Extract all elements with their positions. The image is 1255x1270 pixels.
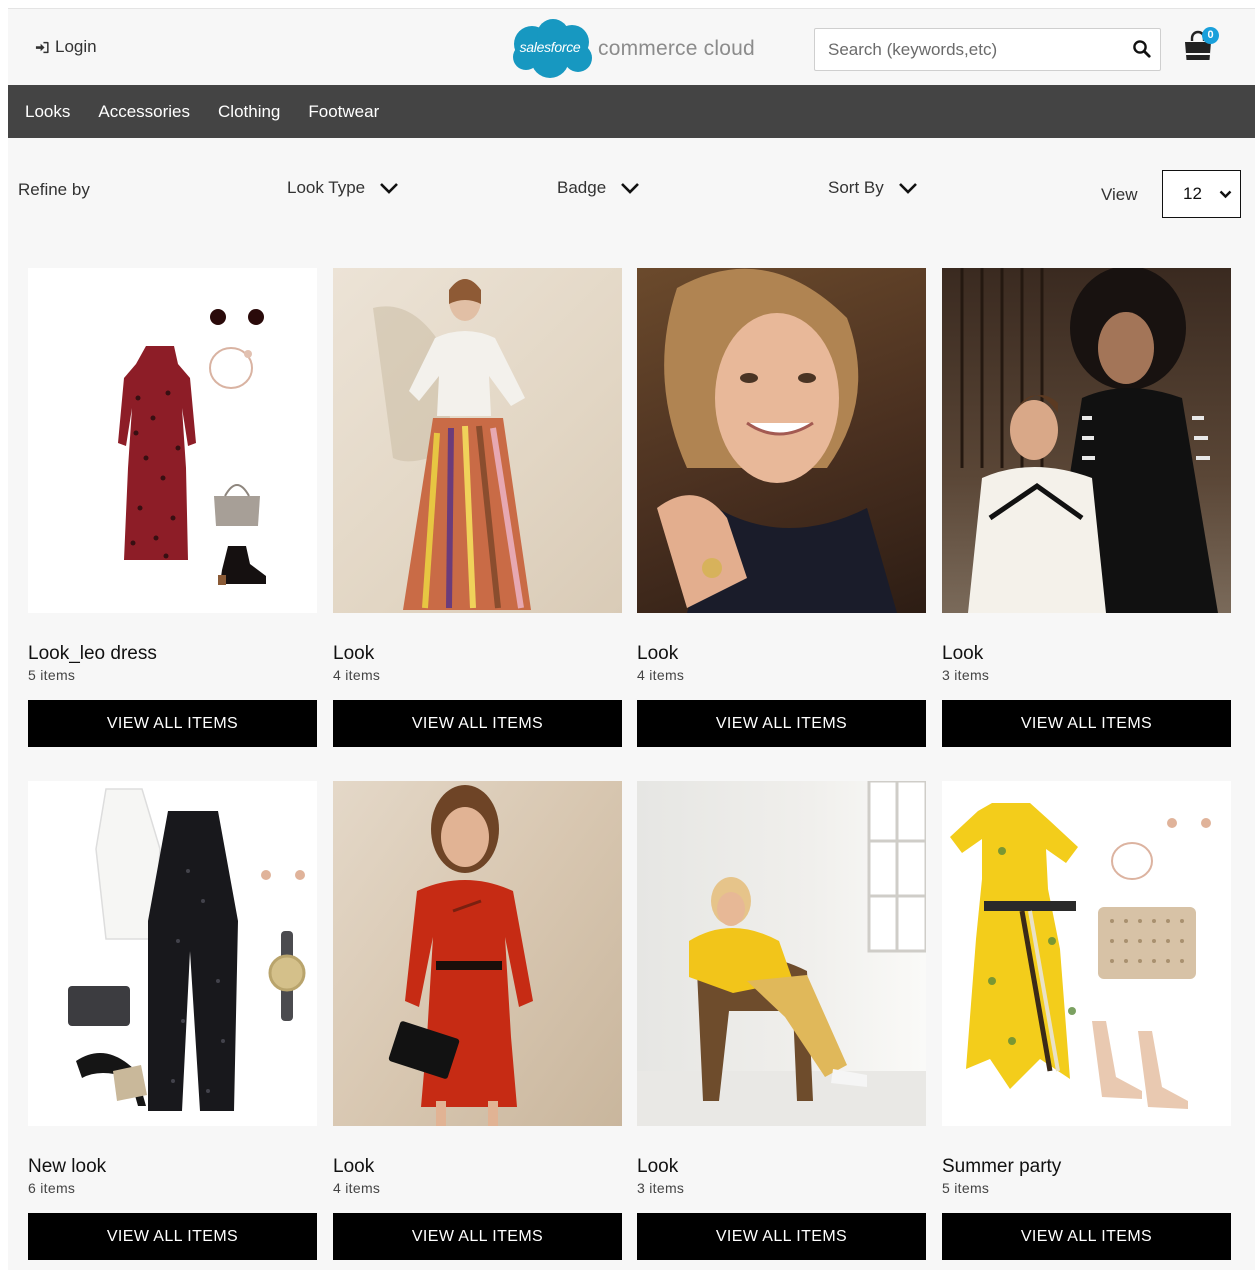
look-item-count: 4 items (333, 1180, 381, 1196)
search-input[interactable] (815, 29, 1115, 70)
look-title: Summer party (942, 1156, 1062, 1177)
look-title: Look_leo dress (28, 643, 157, 664)
look-title: Look (637, 643, 679, 664)
look-title: Look (333, 1156, 375, 1177)
cart-button[interactable]: 0 (1182, 27, 1219, 65)
main-nav: Looks Accessories Clothing Footwear (8, 85, 1255, 138)
look-image[interactable] (637, 781, 926, 1126)
look-item-count: 3 items (637, 1180, 685, 1196)
nav-item-looks[interactable]: Looks (25, 102, 70, 122)
chevron-down-icon (380, 182, 399, 194)
chevron-down-icon (1219, 190, 1232, 199)
look-item-count: 5 items (28, 667, 76, 683)
view-all-items-button[interactable]: VIEW ALL ITEMS (333, 700, 622, 747)
look-title: Look (942, 643, 984, 664)
logo-cloud-text: salesforce (519, 39, 581, 55)
salesforce-commerce-cloud-logo[interactable]: salesforce commerce cloud (506, 17, 766, 79)
two-models-knitwear-image (960, 268, 1218, 613)
view-all-items-button[interactable]: VIEW ALL ITEMS (333, 1213, 622, 1260)
look-item-count: 6 items (28, 1180, 76, 1196)
chevron-down-icon (621, 182, 640, 194)
yellow-dress-flatlay-image (950, 803, 1211, 1109)
look-title: Look (333, 643, 375, 664)
leopard-dress-flatlay-image (118, 309, 266, 585)
look-image[interactable] (28, 268, 317, 613)
model-red-dress-image (388, 785, 533, 1126)
nav-item-accessories[interactable]: Accessories (98, 102, 190, 122)
view-label: View (1101, 185, 1138, 204)
search-icon[interactable] (1132, 39, 1152, 59)
badge-filter[interactable]: Badge (557, 178, 640, 198)
model-portrait-image (657, 268, 897, 613)
refine-bar: Refine by Look Type Badge Sort By View 1… (8, 138, 1255, 238)
login-link[interactable]: Login (35, 37, 97, 57)
view-all-items-button[interactable]: VIEW ALL ITEMS (637, 700, 926, 747)
nav-item-clothing[interactable]: Clothing (218, 102, 280, 122)
look-title: Look (637, 1156, 679, 1177)
look-image[interactable] (333, 781, 622, 1126)
look-title: New look (28, 1156, 107, 1177)
model-yellow-sweater-chair-image (637, 781, 926, 1126)
sequin-jumpsuit-flatlay-image (68, 788, 306, 1111)
look-type-filter[interactable]: Look Type (287, 178, 399, 198)
chevron-down-icon (898, 182, 917, 194)
model-striped-skirt-image (373, 279, 531, 610)
view-all-items-button[interactable]: VIEW ALL ITEMS (942, 1213, 1231, 1260)
sort-by-label: Sort By (828, 178, 884, 197)
cart-count-badge: 0 (1202, 27, 1219, 44)
sort-by-filter[interactable]: Sort By (828, 178, 918, 198)
sign-in-icon (35, 41, 49, 53)
view-all-items-button[interactable]: VIEW ALL ITEMS (637, 1213, 926, 1260)
view-count-value: 12 (1183, 184, 1202, 203)
view-count-select[interactable]: 12 (1162, 170, 1241, 218)
look-item-count: 4 items (333, 667, 381, 683)
view-all-items-button[interactable]: VIEW ALL ITEMS (28, 700, 317, 747)
look-image[interactable] (942, 268, 1231, 613)
badge-label: Badge (557, 178, 607, 197)
refine-by-label: Refine by (18, 180, 90, 199)
look-item-count: 3 items (942, 667, 990, 683)
site-header: Login salesforce commerce cloud Search (… (8, 9, 1255, 85)
search-box (814, 28, 1161, 71)
look-image[interactable] (333, 268, 622, 613)
look-item-count: 5 items (942, 1180, 990, 1196)
nav-item-footwear[interactable]: Footwear (308, 102, 379, 122)
page: Login salesforce commerce cloud Search (… (8, 8, 1255, 1270)
look-image[interactable] (942, 781, 1231, 1126)
look-image[interactable] (28, 781, 317, 1126)
look-image[interactable] (637, 268, 926, 613)
logo-text: commerce cloud (598, 37, 755, 60)
look-item-count: 4 items (637, 667, 685, 683)
look-type-label: Look Type (287, 178, 366, 197)
view-all-items-button[interactable]: VIEW ALL ITEMS (28, 1213, 317, 1260)
view-all-items-button[interactable]: VIEW ALL ITEMS (942, 700, 1231, 747)
login-label: Login (55, 37, 97, 56)
